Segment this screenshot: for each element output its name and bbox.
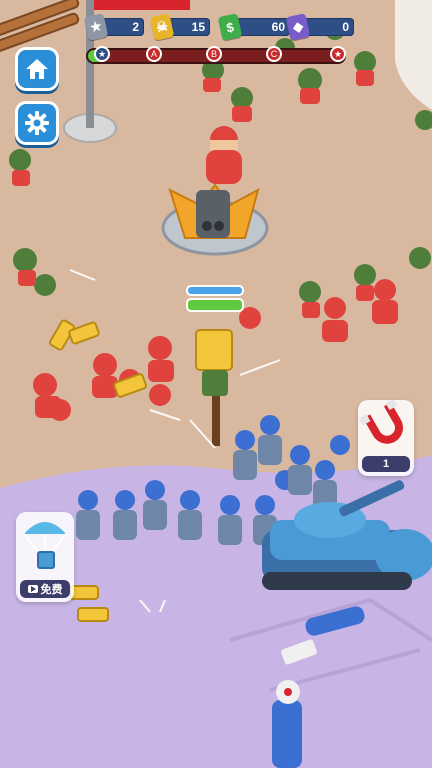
magnet-powerup-button[interactable]: 1 bbox=[358, 398, 414, 476]
skull-count: 15 bbox=[168, 18, 210, 36]
turret-shield-bar bbox=[188, 287, 242, 294]
wave-progress-bar: ★ A B C ★ bbox=[88, 46, 346, 62]
wave-marker: C bbox=[266, 46, 282, 62]
resource-bar: ★ 2 ☠ 15 $ 60 ◆ 0 bbox=[83, 13, 354, 42]
wave-marker: A bbox=[146, 46, 162, 62]
home-button[interactable] bbox=[18, 50, 56, 88]
turret-health-bar bbox=[188, 300, 242, 310]
magnet-count: 1 bbox=[362, 456, 410, 472]
gear-icon bbox=[25, 111, 49, 135]
gem-counter: ◆ 0 bbox=[285, 13, 354, 41]
magnet-icon bbox=[358, 398, 403, 444]
free-ad-button[interactable]: 免费 bbox=[20, 580, 70, 598]
parachute-icon bbox=[23, 522, 67, 569]
card-count: 2 bbox=[102, 18, 144, 36]
home-icon bbox=[26, 59, 48, 79]
gem-count: 0 bbox=[304, 18, 354, 36]
video-ad-icon bbox=[27, 585, 38, 593]
skull-counter: ☠ 15 bbox=[149, 13, 210, 41]
wave-marker: B bbox=[206, 46, 222, 62]
settings-button[interactable] bbox=[18, 104, 56, 142]
cash-counter: $ 60 bbox=[217, 13, 290, 41]
wave-marker-boss: ★ bbox=[330, 46, 346, 62]
battlefield bbox=[0, 0, 432, 768]
free-label: 免费 bbox=[40, 584, 63, 596]
airdrop-powerup-button[interactable]: 免费 bbox=[16, 512, 74, 602]
wave-marker-start: ★ bbox=[94, 46, 110, 62]
cash-count: 60 bbox=[236, 18, 290, 36]
card-counter: ★ 2 bbox=[83, 13, 144, 41]
